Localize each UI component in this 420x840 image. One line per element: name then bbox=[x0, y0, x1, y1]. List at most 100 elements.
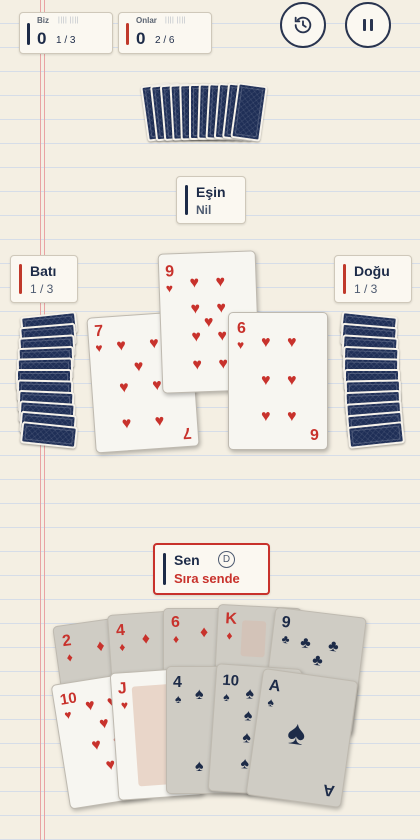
player-tricks: 1 / 3 bbox=[354, 282, 378, 296]
team-color-bar bbox=[27, 23, 30, 45]
card-pip: ♥ bbox=[192, 356, 203, 374]
card-rank: A bbox=[322, 780, 337, 800]
history-button[interactable] bbox=[280, 2, 326, 48]
card-pip: ♥ bbox=[216, 299, 227, 317]
card-pip: ♥ bbox=[148, 334, 160, 353]
card-rank: 9 bbox=[280, 613, 292, 632]
card-pip: ♦ bbox=[200, 624, 209, 641]
card-back bbox=[230, 82, 268, 142]
card-suit: ♦ bbox=[118, 639, 126, 655]
player-bid: Nil bbox=[196, 203, 212, 217]
pause-button[interactable] bbox=[345, 2, 391, 48]
card-rank: 7 bbox=[93, 322, 104, 341]
card-pip: ♥ bbox=[190, 300, 201, 318]
card-pip: ♣ bbox=[299, 634, 312, 653]
card-suit: ♠ bbox=[266, 694, 275, 710]
card-pip: ♥ bbox=[90, 736, 103, 755]
team-label: Biz bbox=[37, 16, 49, 25]
card-pip: ♠ bbox=[195, 758, 204, 775]
card-pip: ♣ bbox=[327, 637, 340, 656]
team-points: 0 bbox=[136, 29, 146, 48]
card-pip: ♦ bbox=[95, 637, 106, 656]
card-pip: ♥ bbox=[154, 412, 165, 431]
team-label: Onlar bbox=[136, 16, 157, 25]
card-pip: ♥ bbox=[261, 334, 271, 351]
card-pip: ♥ bbox=[133, 357, 145, 376]
card-rank: A bbox=[267, 676, 282, 696]
card-suit: ♣ bbox=[280, 631, 291, 647]
card-suit: ♦ bbox=[173, 632, 180, 646]
card-pip: ♥ bbox=[261, 408, 271, 425]
card-pip: ♣ bbox=[311, 651, 324, 670]
card-suit: ♦ bbox=[226, 628, 233, 643]
player-tricks: 1 / 3 bbox=[30, 282, 54, 296]
card-pip: ♥ bbox=[98, 714, 111, 733]
card-suit: ♥ bbox=[63, 707, 73, 723]
score-us-panel: Biz |||| |||| 0 1 / 3 bbox=[19, 12, 113, 54]
card-pip: ♠ bbox=[285, 713, 309, 754]
card-rank: 6 bbox=[237, 320, 246, 337]
card-pip: ♥ bbox=[287, 334, 297, 351]
dealer-badge: D bbox=[218, 551, 235, 568]
card-pip: ♥ bbox=[215, 273, 226, 291]
card-pip: ♠ bbox=[195, 686, 204, 703]
turn-status: Sıra sende bbox=[174, 571, 240, 586]
tally-marks: |||| |||| bbox=[165, 17, 186, 24]
west-tag: Batı 1 / 3 bbox=[10, 255, 78, 303]
hand-card[interactable]: A ♠ ♠ A bbox=[245, 667, 359, 809]
trick-card-east: 6 ♥ ♥ ♥ ♥ ♥ ♥ ♥ 6 bbox=[228, 312, 328, 450]
card-pip: ♥ bbox=[261, 372, 271, 389]
card-rank: J bbox=[117, 680, 128, 698]
player-name: Doğu bbox=[354, 263, 390, 279]
partner-tag: Eşin Nil bbox=[176, 176, 246, 224]
team-points: 0 bbox=[37, 29, 47, 48]
card-rank: 9 bbox=[164, 263, 175, 281]
card-pip: ♥ bbox=[287, 372, 297, 389]
card-pip: ♥ bbox=[151, 376, 163, 395]
card-pip: ♥ bbox=[189, 274, 200, 292]
score-them-panel: Onlar |||| |||| 0 2 / 6 bbox=[118, 12, 212, 54]
card-rank: 10 bbox=[221, 671, 240, 690]
card-pip: ♥ bbox=[203, 313, 214, 332]
card-pip: ♥ bbox=[218, 355, 229, 373]
card-back bbox=[346, 421, 405, 449]
tally-marks: |||| |||| bbox=[58, 17, 79, 24]
card-pip: ♥ bbox=[287, 408, 297, 425]
card-pip: ♠ bbox=[244, 685, 255, 703]
team-color-bar bbox=[343, 264, 346, 294]
pause-icon bbox=[363, 19, 373, 31]
card-suit: ♦ bbox=[65, 650, 74, 665]
card-suit: ♥ bbox=[95, 340, 104, 356]
history-icon bbox=[294, 16, 312, 34]
card-rank: 4 bbox=[115, 621, 126, 640]
card-pip: ♥ bbox=[217, 327, 228, 345]
card-suit: ♥ bbox=[237, 338, 245, 352]
card-suit: ♥ bbox=[120, 697, 129, 713]
east-tag: Doğu 1 / 3 bbox=[334, 255, 412, 303]
card-suit: ♠ bbox=[175, 692, 182, 706]
card-pip: ♥ bbox=[118, 379, 130, 397]
card-suit: ♠ bbox=[222, 689, 231, 705]
team-color-bar bbox=[126, 23, 129, 45]
card-pip: ♥ bbox=[115, 337, 127, 355]
card-pip: ♠ bbox=[243, 707, 254, 725]
card-back bbox=[19, 421, 78, 449]
team-tricks: 2 / 6 bbox=[155, 35, 175, 46]
card-pip: ♥ bbox=[84, 696, 97, 715]
team-tricks: 1 / 3 bbox=[56, 35, 76, 46]
card-rank: 10 bbox=[58, 689, 78, 709]
player-tag: Sen D Sıra sende bbox=[153, 543, 270, 595]
card-rank: 7 bbox=[182, 423, 193, 442]
player-name: Sen bbox=[174, 552, 200, 568]
card-rank: 6 bbox=[310, 425, 319, 442]
card-pip: ♥ bbox=[191, 328, 202, 346]
card-pip: ♦ bbox=[141, 630, 151, 648]
team-color-bar bbox=[19, 264, 22, 294]
team-color-bar bbox=[163, 553, 166, 585]
team-color-bar bbox=[185, 185, 188, 215]
card-pip: ♠ bbox=[241, 729, 252, 747]
card-rank: K bbox=[224, 610, 238, 628]
player-name: Eşin bbox=[196, 184, 226, 200]
king-figure bbox=[240, 620, 267, 658]
card-rank: 6 bbox=[171, 614, 180, 631]
